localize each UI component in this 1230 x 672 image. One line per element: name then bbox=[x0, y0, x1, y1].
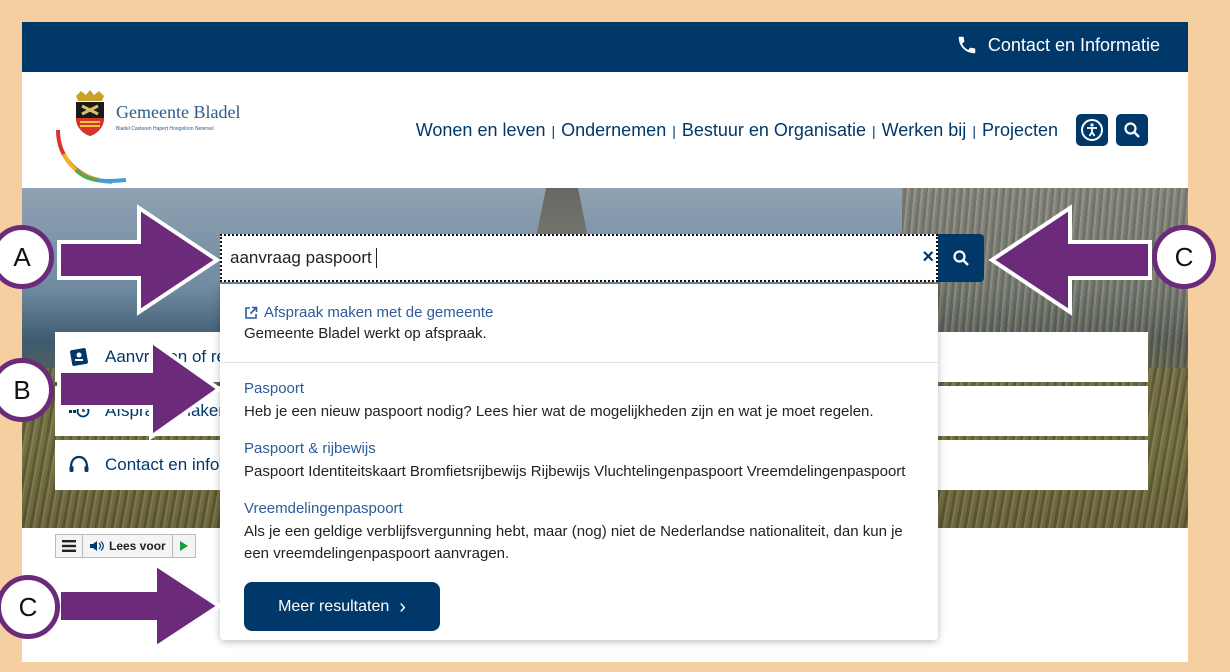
suggestion-desc: Gemeente Bladel werkt op afspraak. bbox=[244, 325, 487, 342]
nav-item-ondernemen[interactable]: Ondernemen bbox=[561, 120, 666, 141]
quick-link-label: Contact en info bbox=[105, 455, 220, 474]
annotation-arrow-c-more bbox=[57, 560, 223, 652]
nav-separator: | bbox=[672, 122, 676, 139]
suggestion-title: Afspraak maken met de gemeente bbox=[264, 304, 494, 321]
nav-item-wonen[interactable]: Wonen en leven bbox=[416, 120, 546, 141]
search-icon bbox=[953, 250, 969, 266]
nav-separator: | bbox=[972, 122, 976, 139]
play-icon bbox=[179, 541, 188, 551]
more-results-button[interactable]: Meer resultaten › bbox=[244, 582, 440, 631]
annotation-label-c: C bbox=[1152, 225, 1216, 289]
result-desc: Als je een geldige verblijfsvergunning h… bbox=[244, 523, 903, 562]
play-button[interactable] bbox=[173, 535, 195, 557]
result-desc: Paspoort Identiteitskaart Bromfietsrijbe… bbox=[244, 463, 906, 480]
result-item[interactable]: Vreemdelingenpaspoort Als je een geldige… bbox=[244, 500, 924, 565]
external-link-icon bbox=[245, 306, 258, 319]
more-results-label: Meer resultaten bbox=[278, 597, 390, 615]
annotation-arrow-b bbox=[57, 337, 223, 441]
result-title: Vreemdelingenpaspoort bbox=[244, 500, 403, 517]
read-aloud-toolbar: Lees voor bbox=[55, 534, 196, 558]
contact-link[interactable]: Contact en Informatie bbox=[956, 34, 1160, 56]
menu-icon bbox=[62, 540, 76, 552]
logo-name: Gemeente Bladel bbox=[116, 102, 241, 122]
search-icon bbox=[1124, 122, 1140, 138]
clear-icon[interactable]: × bbox=[922, 246, 934, 269]
header-search-button[interactable] bbox=[1116, 114, 1148, 146]
search-submit-button[interactable] bbox=[938, 234, 984, 282]
result-item[interactable]: Paspoort Heb je een nieuw paspoort nodig… bbox=[244, 380, 924, 423]
chevron-right-icon: › bbox=[399, 595, 406, 618]
divider bbox=[220, 362, 938, 363]
result-title: Paspoort bbox=[244, 380, 305, 397]
nav-separator: | bbox=[871, 122, 876, 139]
search-suggestions: Afspraak maken met de gemeente Gemeente … bbox=[220, 284, 938, 640]
text-caret bbox=[375, 248, 377, 268]
phone-icon bbox=[958, 36, 976, 54]
menu-button[interactable] bbox=[56, 535, 83, 557]
nav-item-werken[interactable]: Werken bij bbox=[882, 120, 967, 141]
nav-item-projecten[interactable]: Projecten bbox=[982, 120, 1058, 141]
search-input[interactable]: aanvraag paspoort × bbox=[220, 234, 938, 282]
result-title: Paspoort & rijbewijs bbox=[244, 440, 376, 457]
annotation-arrow-a bbox=[57, 204, 221, 316]
annotation-arrow-c-search bbox=[988, 204, 1152, 316]
headset-icon bbox=[67, 453, 91, 477]
suggestion-afspraak[interactable]: Afspraak maken met de gemeente Gemeente … bbox=[244, 304, 493, 342]
search-query: aanvraag paspoort bbox=[230, 248, 372, 267]
accessibility-icon bbox=[1081, 119, 1103, 141]
nav-separator: | bbox=[551, 122, 556, 139]
accessibility-button[interactable] bbox=[1076, 114, 1108, 146]
read-aloud-button[interactable]: Lees voor bbox=[83, 535, 173, 557]
result-item[interactable]: Paspoort & rijbewijs Paspoort Identiteit… bbox=[244, 440, 924, 483]
speaker-icon bbox=[90, 541, 104, 551]
logo-arc-icon bbox=[56, 129, 127, 184]
contact-label: Contact en Informatie bbox=[987, 34, 1160, 55]
main-nav: Wonen en leven | Ondernemen | Bestuur en… bbox=[416, 120, 1058, 141]
read-aloud-label: Lees voor bbox=[109, 539, 166, 553]
result-desc: Heb je een nieuw paspoort nodig? Lees hi… bbox=[244, 403, 874, 420]
nav-item-bestuur[interactable]: Bestuur en Organisatie bbox=[682, 120, 866, 141]
top-bar: Contact en Informatie bbox=[22, 22, 1188, 72]
